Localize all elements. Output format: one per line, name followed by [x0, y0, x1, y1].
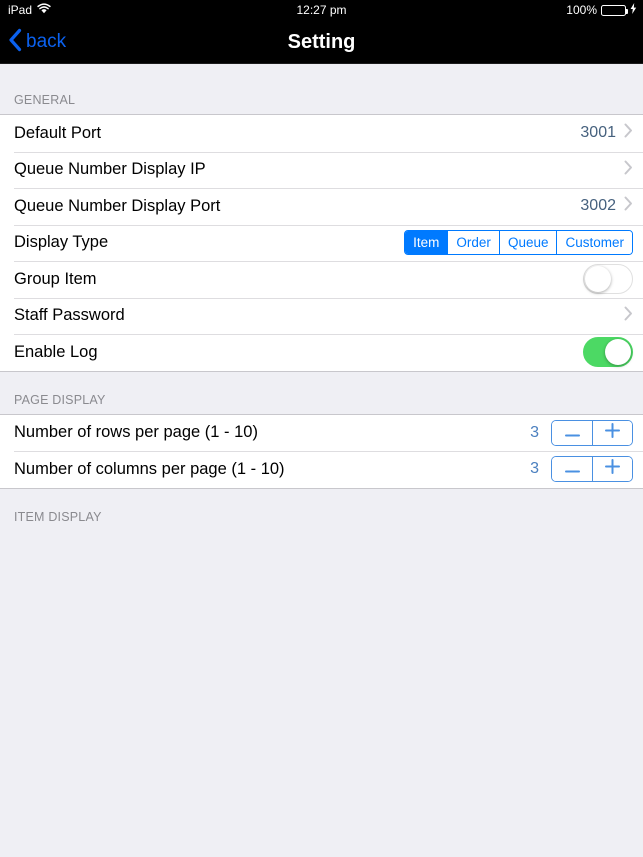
settings-list: GENERAL Default Port 3001 Queue Number D…	[0, 64, 643, 857]
row-staff-password[interactable]: Staff Password	[0, 297, 643, 334]
row-label: Queue Number Display Port	[14, 196, 221, 215]
section-header-general: GENERAL	[14, 93, 76, 107]
row-group-item: Group Item	[0, 261, 643, 298]
row-label: Enable Log	[14, 342, 98, 361]
chevron-right-icon	[624, 306, 633, 326]
columns-per-page-decrement-button[interactable]	[552, 457, 592, 482]
section-header-item-display: ITEM DISPLAY	[14, 509, 102, 524]
segment-order[interactable]: Order	[447, 231, 499, 255]
segment-queue[interactable]: Queue	[498, 231, 557, 255]
row-accessory: 3	[530, 419, 633, 446]
section-page-display: Number of rows per page (1 - 10) 3 Numbe…	[0, 413, 643, 489]
group-item-toggle[interactable]	[583, 264, 633, 295]
chevron-right-icon	[624, 196, 633, 216]
display-type-segmented-control[interactable]: Item Order Queue Customer	[404, 230, 633, 256]
row-accessory	[583, 264, 633, 295]
row-accessory	[616, 306, 633, 326]
plus-icon	[605, 422, 620, 443]
row-rows-per-page: Number of rows per page (1 - 10) 3	[0, 414, 643, 451]
minus-icon	[564, 460, 580, 478]
row-label: Number of rows per page (1 - 10)	[14, 423, 258, 442]
rows-per-page-value: 3	[530, 423, 539, 441]
row-default-port[interactable]: Default Port 3001	[0, 115, 643, 152]
row-accessory	[616, 160, 633, 180]
row-accessory: 3002	[580, 196, 633, 216]
row-value: 3001	[580, 124, 616, 142]
status-bar: iPad 12:27 pm 100%	[0, 0, 643, 20]
row-label: Group Item	[14, 269, 97, 288]
page-title: Setting	[287, 31, 356, 53]
columns-per-page-increment-button[interactable]	[592, 457, 632, 482]
minus-icon	[564, 424, 580, 442]
lightning-bolt-icon	[630, 0, 637, 20]
row-label: Queue Number Display IP	[14, 160, 206, 179]
columns-per-page-stepper[interactable]	[551, 456, 633, 483]
row-label: Default Port	[14, 123, 102, 142]
row-display-type: Display Type Item Order Queue Customer	[0, 224, 643, 261]
section-general: Default Port 3001 Queue Number Display I…	[0, 114, 643, 372]
chevron-right-icon	[624, 160, 633, 180]
row-enable-log: Enable Log	[0, 334, 643, 371]
row-accessory: Item Order Queue Customer	[404, 230, 633, 256]
segment-customer[interactable]: Customer	[556, 231, 632, 255]
status-bar-right: 100%	[566, 0, 637, 20]
status-bar-clock: 12:27 pm	[296, 3, 347, 17]
row-label: Display Type	[14, 233, 109, 252]
row-label: Staff Password	[14, 306, 125, 325]
rows-per-page-stepper[interactable]	[551, 419, 633, 446]
plus-icon	[605, 459, 620, 479]
section-header-page-display: PAGE DISPLAY	[14, 392, 106, 407]
rows-per-page-decrement-button[interactable]	[552, 420, 592, 445]
chevron-right-icon	[624, 123, 633, 143]
row-queue-number-display-port[interactable]: Queue Number Display Port 3002	[0, 188, 643, 225]
battery-percent-label: 100%	[566, 3, 597, 17]
toggle-knob	[585, 266, 611, 293]
row-columns-per-page: Number of columns per page (1 - 10) 3	[0, 451, 643, 488]
segment-item[interactable]: Item	[405, 231, 448, 255]
row-label: Number of columns per page (1 - 10)	[14, 459, 285, 478]
row-accessory: 3001	[580, 123, 633, 143]
battery-cap	[626, 8, 628, 14]
battery-icon	[601, 4, 628, 16]
row-accessory: 3	[530, 456, 633, 483]
row-queue-number-display-ip[interactable]: Queue Number Display IP	[0, 151, 643, 188]
settings-screen: iPad 12:27 pm 100% back Setting GENERAL …	[0, 0, 643, 857]
toggle-knob	[605, 339, 631, 366]
row-accessory	[583, 337, 633, 368]
navigation-bar: back Setting	[0, 20, 643, 64]
columns-per-page-value: 3	[530, 460, 539, 478]
enable-log-toggle[interactable]	[583, 337, 633, 368]
row-value: 3002	[580, 197, 616, 215]
rows-per-page-increment-button[interactable]	[592, 420, 632, 445]
